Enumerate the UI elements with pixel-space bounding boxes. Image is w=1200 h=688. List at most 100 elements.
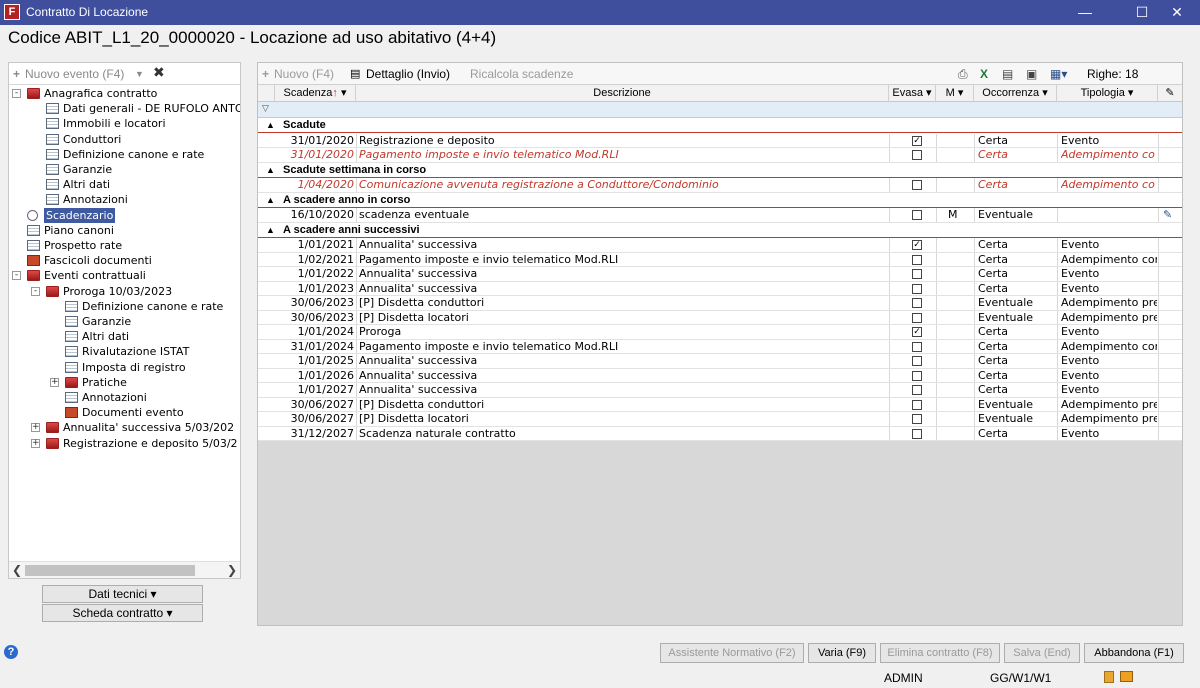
print-icon[interactable]: ⎙ [958,67,968,82]
collapse-group-icon[interactable]: ▲ [266,163,275,177]
tree-node[interactable]: Scadenzario [44,207,116,223]
group-header[interactable]: ▲ Scadute settimana in corso [258,163,1182,178]
group-header[interactable]: ▲ A scadere anno in corso [258,193,1182,208]
scroll-right-icon[interactable]: ❯ [227,563,237,577]
dettaglio-button[interactable]: Dettaglio (Invio) [366,67,450,81]
elimina-contratto-button[interactable]: Elimina contratto (F8) [880,643,1000,663]
tree-node[interactable]: Garanzie [63,162,112,177]
table-row[interactable]: 1/01/2027 Annualita' successiva Certa Event… [258,383,1182,398]
chevron-down-icon[interactable]: ▼ [135,69,144,79]
table-row[interactable]: 1/01/2021 Annualita' successiva Certa Event… [258,238,1182,253]
collapse-group-icon[interactable]: ▲ [266,223,275,237]
tree-node[interactable]: Documenti evento [82,405,184,420]
tree-node[interactable]: Definizione canone e rate [82,299,223,314]
table-row[interactable]: 1/02/2021 Pagamento imposte e invio telem… [258,252,1182,267]
tree-node[interactable]: Rivalutazione ISTAT [82,344,189,359]
collapse-group-icon[interactable]: ▲ [266,118,275,132]
expand-icon[interactable]: + [31,438,40,448]
scrollbar-thumb[interactable] [25,565,195,576]
tree-node[interactable]: Prospetto rate [44,238,122,253]
column-header-evasa[interactable]: Evasa ▾ [889,85,936,102]
edit-icon[interactable]: ✎ [1163,208,1172,222]
evasa-checkbox[interactable] [912,269,922,279]
new-event-button[interactable]: Nuovo evento (F4) [25,67,124,81]
evasa-checkbox[interactable] [912,370,922,381]
varia-button[interactable]: Varia (F9) [808,643,876,663]
tree-node[interactable]: Annualita' successiva 5/03/202 [63,420,234,435]
tree-node[interactable]: Garanzie [82,314,131,329]
tree-node[interactable]: Altri dati [82,329,129,344]
scroll-left-icon[interactable]: ❮ [12,563,22,577]
close-button[interactable]: ✕ [1154,0,1200,25]
evasa-checkbox[interactable] [912,356,922,366]
tree-node[interactable]: Annotazioni [63,192,128,207]
evasa-checkbox[interactable] [912,341,922,352]
table-row[interactable]: 1/01/2023 Annualita' successiva Certa Event… [258,281,1182,296]
column-header-descrizione[interactable]: Descrizione [356,85,889,102]
delete-icon[interactable]: ✖ [153,64,165,81]
tree-node[interactable]: Imposta di registro [82,360,186,375]
help-icon[interactable]: ? [4,645,18,659]
evasa-checkbox[interactable] [912,312,922,323]
tree-node[interactable]: Pratiche [82,375,127,390]
collapse-icon[interactable]: - [12,271,21,281]
filter-icon[interactable]: ▽ [262,103,269,114]
nuovo-button[interactable]: Nuovo (F4) [274,67,334,81]
evasa-checkbox[interactable] [912,150,922,160]
collapse-icon[interactable]: - [12,89,21,98]
evasa-checkbox[interactable] [912,414,922,424]
tree-node[interactable]: Anagrafica contratto [44,86,157,101]
assistente-normativo-button[interactable]: Assistente Normativo (F2) [660,643,804,663]
column-header-m[interactable]: M ▾ [936,85,974,102]
table-row[interactable]: 30/06/2023 [P] Disdetta locatori Eventuale… [258,310,1182,325]
collapse-group-icon[interactable]: ▲ [266,193,275,207]
tree-node[interactable]: Annotazioni [82,390,147,405]
layout-icon[interactable]: ▤ [1002,67,1013,81]
table-row[interactable]: 31/01/2020 Pagamento imposte e invio tele… [258,148,1182,163]
tree-node[interactable]: Dati generali - DE RUFOLO ANTO [63,101,240,116]
column-header-scadenza[interactable]: Scadenza↑ ▾ [275,85,356,102]
column-header-tipologia[interactable]: Tipologia ▾ [1057,85,1158,102]
table-row[interactable]: 31/12/2027 Scadenza naturale contratto Cer… [258,426,1182,441]
table-row[interactable]: 1/01/2025 Annualita' successiva Certa Event… [258,354,1182,369]
edit-column-icon[interactable]: ✎ [1158,85,1182,102]
evasa-checkbox[interactable]: ✓ [912,240,922,250]
filter-row[interactable]: ▽ [258,102,1182,118]
tree-node[interactable]: Piano canoni [44,223,114,238]
table-row[interactable]: 31/01/2020 Registrazione e deposito Certa E… [258,133,1182,148]
evasa-checkbox[interactable] [912,210,922,220]
column-header-occorrenza[interactable]: Occorrenza ▾ [974,85,1057,102]
evasa-checkbox[interactable] [912,428,922,439]
evasa-checkbox[interactable] [912,385,922,395]
table-row[interactable]: 30/06/2027 [P] Disdetta locatori Eventuale… [258,412,1182,427]
tree-node[interactable]: Definizione canone e rate [63,147,204,162]
expand-icon[interactable]: + [50,377,59,387]
evasa-checkbox[interactable] [912,283,922,294]
view-options-icon[interactable]: ▦▾ [1050,67,1067,81]
table-row[interactable]: 31/01/2024 Pagamento imposte e invio tele… [258,339,1182,354]
evasa-checkbox[interactable] [912,399,922,410]
excel-icon[interactable]: X [980,67,988,81]
table-row[interactable]: 30/06/2023 [P] Disdetta conduttori Eventua… [258,296,1182,311]
scheda-contratto-button[interactable]: Scheda contratto ▾ [42,604,203,622]
tree-node[interactable]: Altri dati [63,177,110,192]
group-header[interactable]: ▲ A scadere anni successivi [258,223,1182,238]
table-row[interactable]: 1/04/2020 Comunicazione avvenuta registra… [258,178,1182,193]
tree-node[interactable]: Fascicoli documenti [44,253,152,268]
table-row[interactable]: 1/01/2026 Annualita' successiva Certa Event… [258,368,1182,383]
evasa-checkbox[interactable]: ✓ [912,135,922,146]
tree-node[interactable]: Proroga 10/03/2023 [63,284,172,299]
tree-node[interactable]: Registrazione e deposito 5/03/2 [63,436,238,451]
tree-node[interactable]: Conduttori [63,132,121,147]
resize-icon[interactable]: ▣ [1026,67,1037,81]
collapse-icon[interactable]: - [31,286,40,296]
horizontal-scrollbar[interactable]: ❮ ❯ [9,561,240,578]
expand-icon[interactable]: + [31,423,40,433]
abbandona-button[interactable]: Abbandona (F1) [1084,643,1184,663]
evasa-checkbox[interactable] [912,298,922,308]
evasa-checkbox[interactable]: ✓ [912,327,922,337]
dati-tecnici-button[interactable]: Dati tecnici ▾ [42,585,203,603]
evasa-checkbox[interactable] [912,180,922,190]
table-row[interactable]: 30/06/2027 [P] Disdetta conduttori Eventua… [258,397,1182,412]
ricalcola-button[interactable]: Ricalcola scadenze [470,67,573,81]
